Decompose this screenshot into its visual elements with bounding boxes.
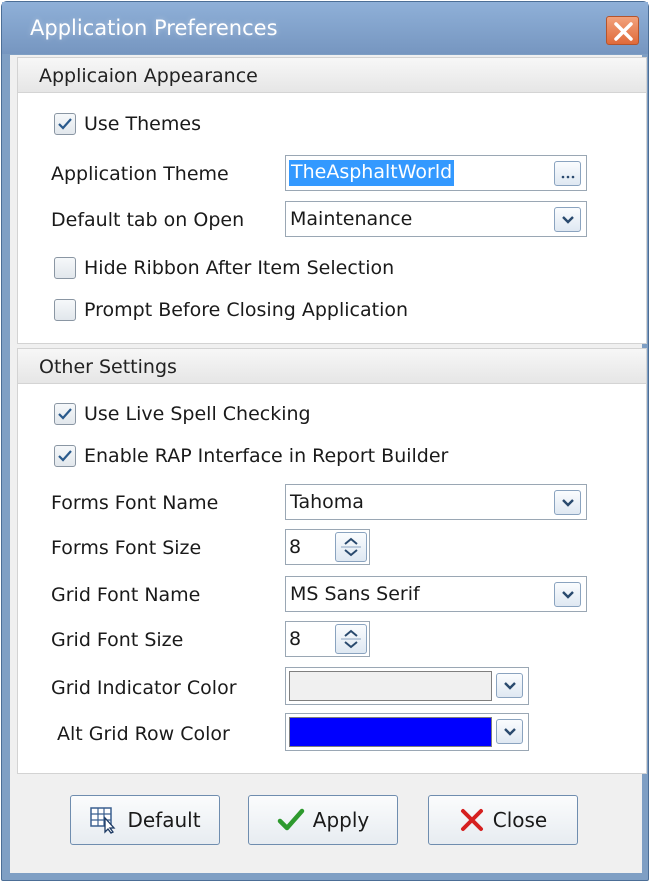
grid-cursor-icon [90,807,116,834]
preferences-window: Application Preferences Applicaion Appea… [1,1,649,881]
default-button[interactable]: Default [70,795,220,845]
alt-row-color-dropdown-button[interactable] [496,719,523,744]
grid-font-name-select[interactable]: MS Sans Serif [285,576,587,612]
chevron-down-icon [562,591,574,599]
ellipsis-icon [561,175,575,179]
grid-font-size-value: 8 [289,628,302,650]
prompt-close-checkbox[interactable]: Prompt Before Closing Application [54,299,408,321]
checkbox-box [54,445,76,467]
grid-indicator-color-picker[interactable] [285,667,529,705]
title-bar: Application Preferences [2,2,648,54]
chevron-down-icon [504,682,516,690]
grid-indicator-color-label: Grid Indicator Color [51,677,237,699]
use-themes-label: Use Themes [84,113,201,135]
hide-ribbon-label: Hide Ribbon After Item Selection [84,257,395,279]
checkbox-box [54,299,76,321]
grid-font-name-dropdown-button[interactable] [554,582,581,607]
rap-interface-checkbox[interactable]: Enable RAP Interface in Report Builder [54,445,448,467]
chevron-down-icon [562,499,574,507]
spin-updown-icon [341,537,361,557]
theme-value: TheAsphaltWorld [289,160,455,186]
checkmark-icon [58,408,72,420]
alt-row-color-label: Alt Grid Row Color [57,723,230,745]
forms-font-name-dropdown-button[interactable] [554,490,581,515]
other-settings-header: Other Settings [18,349,646,384]
checkbox-box [54,403,76,425]
prompt-close-label: Prompt Before Closing Application [84,299,409,321]
red-x-icon [460,809,483,831]
grid-font-size-spin-button[interactable] [335,624,367,654]
spin-updown-icon [341,629,361,649]
grid-indicator-color-swatch [289,671,492,701]
theme-browse-button[interactable] [554,161,581,186]
default-tab-dropdown-button[interactable] [554,207,581,232]
client-area: Applicaion Appearance Use Themes Applica… [10,55,647,873]
rap-interface-label: Enable RAP Interface in Report Builder [84,445,449,467]
grid-font-size-label: Grid Font Size [51,629,184,651]
checkmark-icon [58,118,72,130]
forms-font-name-label: Forms Font Name [51,492,219,514]
forms-font-size-spinner[interactable]: 8 [285,529,370,565]
checkbox-box [54,113,76,135]
window-title: Application Preferences [30,16,278,40]
appearance-header: Applicaion Appearance [18,58,646,93]
forms-font-size-value: 8 [289,536,302,558]
alt-row-color-swatch [289,717,492,747]
forms-font-size-label: Forms Font Size [51,537,202,559]
default-tab-label: Default tab on Open [51,209,245,231]
spell-check-checkbox[interactable]: Use Live Spell Checking [54,403,311,425]
other-settings-header-label: Other Settings [39,356,177,378]
close-button-label: Close [492,808,548,832]
appearance-group: Applicaion Appearance Use Themes Applica… [17,57,647,344]
spell-check-label: Use Live Spell Checking [84,403,311,425]
grid-indicator-color-dropdown-button[interactable] [496,673,523,698]
hide-ribbon-checkbox[interactable]: Hide Ribbon After Item Selection [54,257,394,279]
close-button[interactable]: Close [428,795,578,845]
theme-field[interactable]: TheAsphaltWorld [285,155,587,191]
chevron-down-icon [504,728,516,736]
default-tab-select[interactable]: Maintenance [285,201,587,237]
checkbox-box [54,257,76,279]
grid-font-size-spinner[interactable]: 8 [285,621,370,657]
alt-row-color-picker[interactable] [285,713,529,751]
window-close-button[interactable] [606,16,639,45]
grid-font-name-label: Grid Font Name [51,584,201,606]
forms-font-size-spin-button[interactable] [335,532,367,562]
forms-font-name-value: Tahoma [290,491,364,513]
green-check-icon [277,808,305,831]
use-themes-checkbox[interactable]: Use Themes [54,113,201,135]
grid-font-name-value: MS Sans Serif [290,583,420,605]
forms-font-name-select[interactable]: Tahoma [285,484,587,520]
default-button-label: Default [127,808,201,832]
other-settings-group: Other Settings Use Live Spell Checking E… [17,348,647,774]
apply-button[interactable]: Apply [248,795,398,845]
close-x-icon [614,22,633,41]
checkmark-icon [58,450,72,462]
theme-label: Application Theme [51,163,229,185]
apply-button-label: Apply [312,808,370,832]
chevron-down-icon [562,216,574,224]
default-tab-value: Maintenance [290,208,413,230]
appearance-header-label: Applicaion Appearance [39,65,258,87]
